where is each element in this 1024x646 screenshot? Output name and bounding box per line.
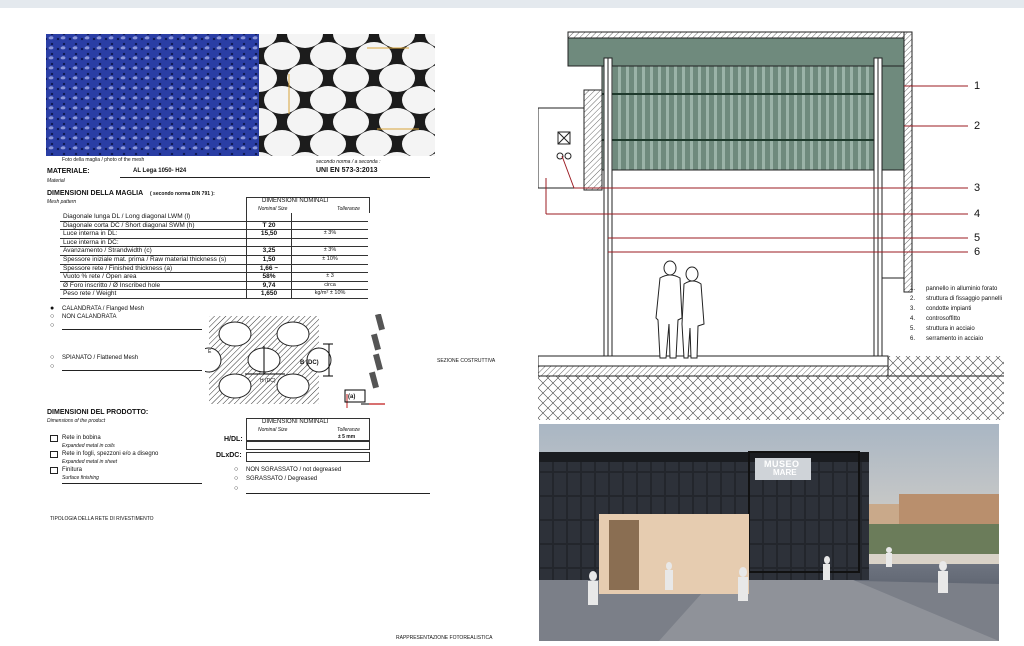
legend-text: struttura di fissaggio pannelli [926,296,1003,302]
blank-option-line-2 [62,370,202,371]
hdl-label: H/DL: [224,436,243,443]
callout-4: 4 [974,208,981,220]
finitura-label: Finitura [62,467,83,473]
rete-fogli-label: Rete in fogli, spezzoni e/o a disegno [62,451,159,457]
legend-number: 4. [910,316,916,322]
table-row: Peso rete / Weight 1,650 kg/m² ± 10% [60,289,368,299]
blank-option-line [62,329,202,330]
legend-number: 5. [910,326,916,332]
nominal-head: DIMENSIONI NOMINALI [262,198,329,204]
blank-grease-line [246,493,430,494]
non-calandrata-label: NON CALANDRATA [62,314,117,320]
non-calandrata-radio[interactable]: ○ [50,313,54,320]
nominal-size-head: Nominal Size [258,206,288,212]
blank-option-radio-2[interactable]: ○ [50,363,54,370]
table-row: Avanzamento / Strandwidth (c) 3,25 ± 3% [60,246,368,256]
table-row: Luce interna in DL: 15,50 ± 3% [60,229,368,239]
diagram-h-label: H (DC) [260,378,276,384]
rete-fogli-checkbox[interactable] [50,451,58,458]
material-label: MATERIALE: [47,168,90,175]
mesh-dims-title-note: ( secondo norma DIN 791 ): [150,191,215,197]
product-tolerance-head: Tolleranze [337,427,360,433]
callout-1: 1 [974,80,981,92]
callout-2: 2 [974,120,981,132]
table-row: Luce interna in DC: [60,238,368,248]
blank-grease-radio[interactable]: ○ [234,485,238,492]
dlxdc-label: DLxDC: [216,452,242,459]
table-row: Diagonale lunga DL / Long diagonal LWM (… [60,213,368,222]
rete-bobina-label: Rete in bobina [62,435,101,441]
tipologia-label: TIPOLOGIA DELLA RETE DI RIVESTIMENTO [50,516,154,522]
finitura-sub: Surface finishing [62,475,99,481]
norm-value: UNI EN 573-3:2013 [316,167,378,174]
rete-bobina-sub: Expanded metal in coils [62,443,115,449]
legend-text: pannello in alluminio forato [926,286,998,292]
diagram-b-label: B (DC) [300,360,319,366]
legend-number: 6. [910,336,916,342]
table-row: Ø Foro inscritto / Ø Inscribed hole 9,74 c… [60,281,368,291]
material-value: AL Lega 1050- H24 [133,168,187,174]
render-image [539,424,999,641]
legend-number: 2. [910,296,916,302]
callout-3: 3 [974,182,981,194]
norm-note: secondo norma / a seconda : [316,159,381,165]
mesh-dims-sub: Mesh pattern [47,199,77,205]
calandrata-radio[interactable]: ● [50,305,54,312]
material-underline [120,177,430,178]
construction-section [538,31,1004,420]
legend-number: 1. [910,286,916,292]
mesh-diagram [205,314,385,408]
blank-option-radio[interactable]: ○ [50,322,54,329]
rete-fogli-sub: Expanded metal in sheet [62,459,118,465]
table-row: Vuoto % rete / Open area 58% ± 3 [60,272,368,282]
mesh-photo-closeup [259,34,435,156]
sezione-costruttiva-label: SEZIONE COSTRUTTIVA [437,358,496,364]
legend-text: serramento in acciaio [926,336,984,342]
top-band [0,0,1024,8]
non-sgrassato-radio[interactable]: ○ [234,466,238,473]
finitura-checkbox[interactable] [50,467,58,474]
spianato-radio[interactable]: ○ [50,354,54,361]
calandrata-label: CALANDRATA / Flanged Mesh [62,306,145,312]
legend-text: condotte impianti [926,306,972,312]
diagram-e-label: E [208,349,212,355]
photorealistic-render: MUSEO MARE [539,424,999,641]
product-dims-sub: Dimensions of the product [47,418,106,424]
mare-sign: MARE [773,468,797,477]
photo-caption: Foto della maglia / photo of the mesh [62,157,145,163]
finitura-line [62,483,202,484]
mesh-photo-blue [46,34,259,156]
sgrassato-radio[interactable]: ○ [234,475,238,482]
mesh-spec-table: Diagonale lunga DL / Long diagonal LWM (… [60,213,368,299]
table-row: Diagonale corta DC / Short diagonal SWM … [60,221,368,231]
material-sub: Material [47,178,65,184]
rete-bobina-checkbox[interactable] [50,435,58,442]
hdl-field[interactable] [246,440,370,450]
non-sgrassato-label: NON SGRASSATO / not degreased [246,467,342,473]
table-row: Spessore rete / Finished thickness (a) 1,… [60,264,368,274]
render-caption: RAPPRESENTAZIONE FOTOREALISTICA [396,635,493,641]
callout-6: 6 [974,246,981,258]
dlxdc-field[interactable] [246,452,370,462]
legend-text: struttura in acciaio [926,326,975,332]
diagram-a-label: (a) [348,394,356,400]
legend-number: 3. [910,306,916,312]
table-row: Spessore iniziale mat. prima / Raw mater… [60,255,368,265]
sgrassato-label: SGRASSATO / Degreased [246,476,318,482]
callout-5: 5 [974,232,981,244]
legend-text: controsoffitto [926,316,961,322]
spianato-label: SPIANATO / Flattened Mesh [62,355,139,361]
product-nominal-size: Nominal Size [258,427,288,433]
mesh-dims-title: DIMENSIONI DELLA MAGLIA [47,190,144,197]
product-nominal-head: DIMENSIONI NOMINALI [262,419,329,425]
product-dims-title: DIMENSIONI DEL PRODOTTO: [47,409,149,416]
tolerance-head: Tolleranze [337,206,360,212]
